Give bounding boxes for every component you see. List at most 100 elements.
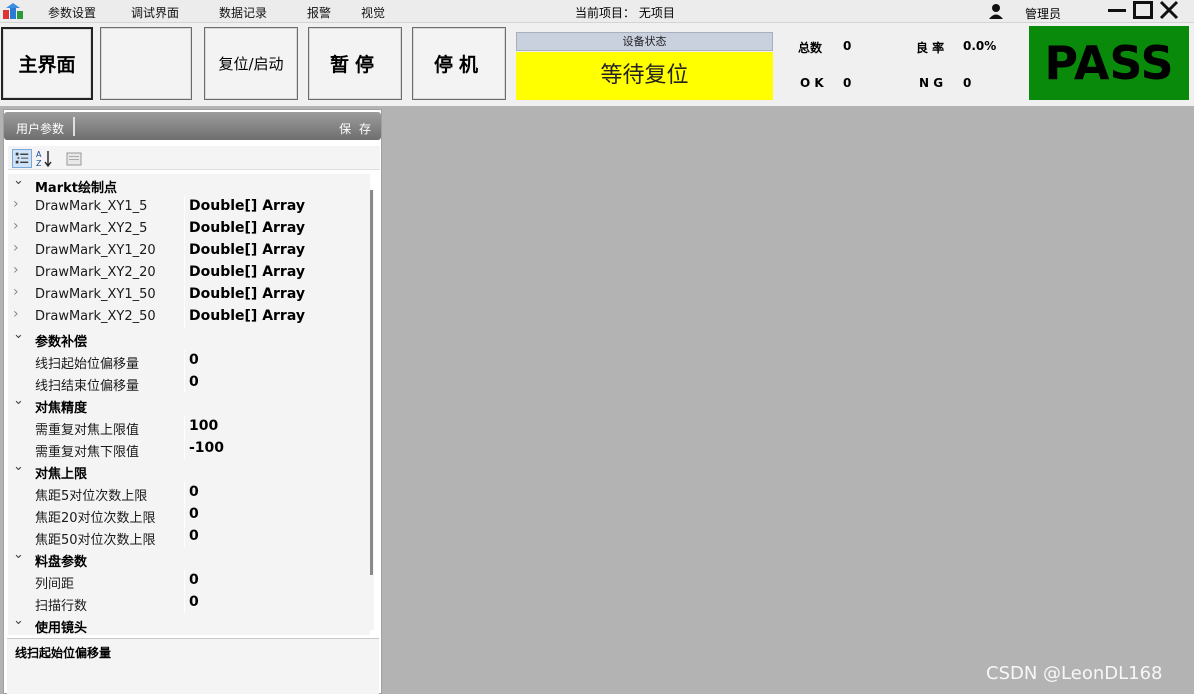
property-name: 线扫起始位偏移量 <box>35 357 140 372</box>
category-row[interactable]: ⌄ Markt绘制点 <box>8 174 366 196</box>
menu-bar: 参数设置 调试界面 数据记录 报警 视觉 当前项目： 无项目 管理员 <box>0 0 1194 23</box>
property-value-cell[interactable] <box>184 570 366 591</box>
property-name: 焦距5对位次数上限 <box>35 489 148 504</box>
collapse-chevron-icon[interactable]: ⌄ <box>13 174 24 188</box>
property-value[interactable]: 0 <box>189 594 199 610</box>
device-status-title: 设备状态 <box>516 32 773 51</box>
property-row[interactable]: › DrawMark_XY1_20 Double[] Array <box>8 240 366 262</box>
property-row[interactable]: 列间距 0 <box>8 570 366 592</box>
property-row[interactable]: 焦距20对位次数上限 0 <box>8 504 366 526</box>
svg-text:A: A <box>36 150 42 159</box>
collapse-chevron-icon[interactable]: ⌄ <box>13 327 24 342</box>
yield-value: 0.0% <box>963 39 997 53</box>
property-name: DrawMark_XY2_20 <box>35 265 156 280</box>
ok-label: O K <box>800 76 824 90</box>
property-value[interactable]: 0 <box>189 506 199 522</box>
maximize-icon[interactable] <box>1132 0 1154 20</box>
property-value[interactable]: -100 <box>189 440 224 456</box>
property-value[interactable]: 100 <box>189 418 218 434</box>
main-screen-button[interactable]: 主界面 <box>1 27 93 100</box>
collapse-chevron-icon[interactable]: ⌄ <box>13 459 24 474</box>
property-value[interactable]: Double[] Array <box>189 242 305 258</box>
property-row[interactable]: › DrawMark_XY1_50 Double[] Array <box>8 284 366 306</box>
expand-chevron-icon[interactable]: › <box>13 284 19 300</box>
expand-chevron-icon[interactable]: › <box>13 262 19 278</box>
main-toolbar: 主界面 复位/启动 暂停 停机 设备状态 等待复位 总数 0 良 率 0.0% … <box>0 23 1194 106</box>
property-name: DrawMark_XY2_5 <box>35 221 148 236</box>
user-name[interactable]: 管理员 <box>1025 5 1061 22</box>
property-pages-icon[interactable] <box>64 149 84 168</box>
save-button[interactable]: 保 存 <box>339 120 373 137</box>
property-value-cell[interactable] <box>184 372 366 393</box>
collapse-chevron-icon[interactable]: ⌄ <box>13 613 24 628</box>
property-row[interactable]: 线扫起始位偏移量 0 <box>8 350 366 372</box>
description-title: 线扫起始位偏移量 <box>15 646 112 660</box>
property-row[interactable]: › DrawMark_XY2_50 Double[] Array <box>8 306 366 328</box>
property-name: 扫描行数 <box>35 599 88 614</box>
property-row[interactable]: › DrawMark_XY1_5 Double[] Array <box>8 196 366 218</box>
categorized-icon[interactable] <box>12 149 32 168</box>
close-icon[interactable] <box>1158 0 1180 20</box>
pause-button[interactable]: 暂停 <box>308 27 402 100</box>
total-value: 0 <box>843 39 852 53</box>
property-row[interactable]: 焦距5对位次数上限 0 <box>8 482 366 504</box>
property-value[interactable]: Double[] Array <box>189 308 305 324</box>
category-label: 使用镜头 <box>35 621 88 635</box>
property-value-cell[interactable] <box>184 482 366 503</box>
minimize-icon[interactable] <box>1106 0 1128 20</box>
property-value-cell[interactable] <box>184 526 366 547</box>
collapse-chevron-icon[interactable]: ⌄ <box>13 547 24 562</box>
property-name: DrawMark_XY1_50 <box>35 287 156 302</box>
grid-scrollbar-thumb[interactable] <box>370 190 373 575</box>
property-value[interactable]: 0 <box>189 374 199 390</box>
property-value-cell[interactable] <box>184 592 366 613</box>
category-row[interactable]: ⌄ 使用镜头 <box>8 613 366 635</box>
expand-chevron-icon[interactable]: › <box>13 240 19 256</box>
property-name: 线扫结束位偏移量 <box>35 379 140 394</box>
result-pass-indicator: PASS <box>1029 26 1189 100</box>
category-row[interactable]: ⌄ 参数补偿 <box>8 327 366 350</box>
category-row[interactable]: ⌄ 对焦上限 <box>8 459 366 482</box>
property-value[interactable]: 0 <box>189 352 199 368</box>
category-label: 料盘参数 <box>35 555 88 570</box>
property-grid: ⌄ Markt绘制点 › DrawMark_XY1_5 Double[] Array › D… <box>8 174 370 635</box>
category-row[interactable]: ⌄ 料盘参数 <box>8 547 366 570</box>
user-icon <box>989 4 1003 19</box>
reset-start-button[interactable]: 复位/启动 <box>204 27 298 100</box>
category-row[interactable]: ⌄ 对焦精度 <box>8 393 366 416</box>
expand-chevron-icon[interactable]: › <box>13 218 19 234</box>
property-value[interactable]: Double[] Array <box>189 198 305 214</box>
property-row[interactable]: › DrawMark_XY2_5 Double[] Array <box>8 218 366 240</box>
property-value-cell[interactable] <box>184 350 366 371</box>
property-row[interactable]: 扫描行数 0 <box>8 592 366 614</box>
menu-param-settings[interactable]: 参数设置 <box>48 4 96 21</box>
property-row[interactable]: 焦距50对位次数上限 0 <box>8 526 366 548</box>
menu-alarm[interactable]: 报警 <box>307 4 331 21</box>
property-row[interactable]: 需重复对焦上限值 100 <box>8 416 366 438</box>
collapse-chevron-icon[interactable]: ⌄ <box>13 393 24 408</box>
expand-chevron-icon[interactable]: › <box>13 196 19 212</box>
menu-data-record[interactable]: 数据记录 <box>219 4 267 21</box>
stop-button[interactable]: 停机 <box>412 27 506 100</box>
panel-divider <box>73 117 75 136</box>
svg-text:Z: Z <box>36 159 42 168</box>
property-row[interactable]: › DrawMark_XY2_20 Double[] Array <box>8 262 366 284</box>
menu-debug[interactable]: 调试界面 <box>131 4 179 21</box>
property-value[interactable]: Double[] Array <box>189 286 305 302</box>
property-value[interactable]: 0 <box>189 484 199 500</box>
user-params-panel: 用户参数 保 存 A Z ⌄ Markt绘制点 › DrawMark_XY1_5 Dou… <box>3 109 382 694</box>
menu-vision[interactable]: 视觉 <box>361 4 385 21</box>
expand-chevron-icon[interactable]: › <box>13 306 19 322</box>
property-value-cell[interactable] <box>184 504 366 525</box>
property-value[interactable]: 0 <box>189 572 199 588</box>
property-value[interactable]: Double[] Array <box>189 264 305 280</box>
app-logo-icon <box>3 3 23 19</box>
property-name: DrawMark_XY2_50 <box>35 309 156 324</box>
property-value[interactable]: Double[] Array <box>189 220 305 236</box>
category-label: Markt绘制点 <box>35 181 117 196</box>
property-value[interactable]: 0 <box>189 528 199 544</box>
property-row[interactable]: 线扫结束位偏移量 0 <box>8 372 366 394</box>
alphabetical-icon[interactable]: A Z <box>34 149 54 168</box>
property-row[interactable]: 需重复对焦下限值 -100 <box>8 438 366 460</box>
blank-button[interactable] <box>100 27 192 100</box>
